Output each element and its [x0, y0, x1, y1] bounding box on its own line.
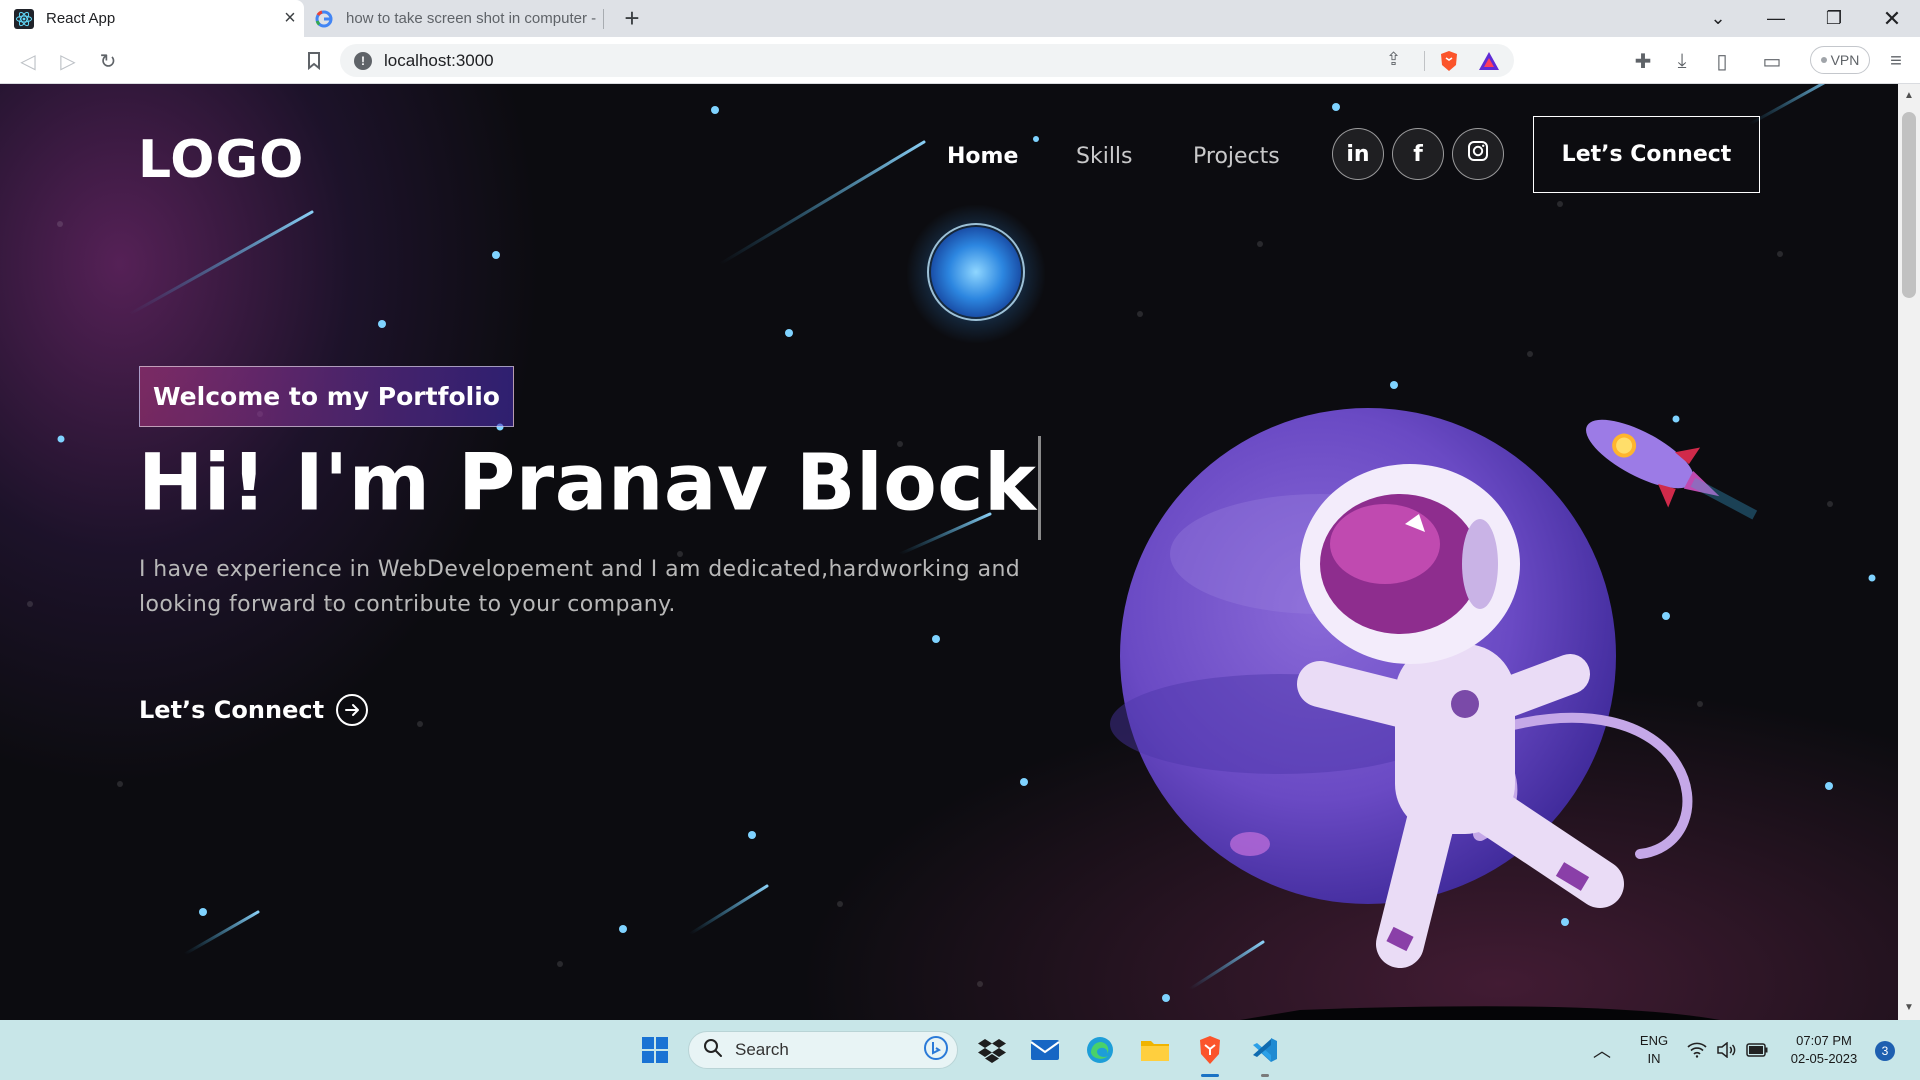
page-scrollbar[interactable]: ▲ ▼: [1898, 84, 1920, 1020]
hero-headline-text: Hi! I'm Pranav Block: [138, 438, 1037, 529]
address-bar[interactable]: ! localhost:3000 ⇪: [340, 44, 1514, 77]
rocket-illustration: [1586, 419, 1758, 520]
lets-connect-button[interactable]: Let’s Connect: [1533, 116, 1760, 193]
facebook-button[interactable]: f: [1392, 128, 1444, 180]
brave-rewards-icon[interactable]: [1478, 50, 1500, 77]
vpn-status-dot: [1820, 57, 1827, 63]
notification-badge[interactable]: 3: [1875, 1041, 1895, 1061]
clock[interactable]: 07:07 PM 02-05-2023: [1780, 1032, 1868, 1068]
browser-toolbar: ◁ ▷ ↻ ! localhost:3000 ⇪ ✚ ⤓ ▯ ▭ VPN ≡: [0, 37, 1920, 84]
vpn-button[interactable]: VPN: [1810, 46, 1870, 74]
download-icon[interactable]: ⤓: [1668, 47, 1696, 75]
mail-icon[interactable]: [1025, 1030, 1065, 1070]
forward-button[interactable]: ▷: [54, 47, 82, 75]
vpn-label: VPN: [1830, 52, 1860, 68]
tab-google-search[interactable]: how to take screen shot in computer -: [306, 0, 602, 37]
language-indicator[interactable]: ENG IN: [1636, 1032, 1672, 1068]
language-line1: ENG: [1639, 1033, 1669, 1048]
minimize-button[interactable]: —: [1752, 0, 1800, 37]
windows-taskbar: Search ︿ ENG IN 07:07 PM 02-05-2023 3: [0, 1020, 1920, 1080]
bookmark-icon[interactable]: [300, 47, 328, 75]
scroll-up-icon[interactable]: ▲: [1904, 90, 1914, 101]
close-window-button[interactable]: ✕: [1868, 0, 1916, 37]
nav-link-home[interactable]: Home: [947, 144, 1018, 169]
omnibox-divider: [1424, 51, 1425, 71]
site-logo[interactable]: LOGO: [138, 130, 304, 190]
react-icon: [14, 8, 34, 29]
url-text: localhost:3000: [384, 51, 494, 70]
tray-chevron-up-icon[interactable]: ︿: [1582, 1030, 1622, 1070]
hero-connect-link[interactable]: Let’s Connect: [139, 694, 369, 726]
browser-tab-strip: React App × how to take screen shot in c…: [0, 0, 1920, 37]
share-icon[interactable]: ⇪: [1386, 49, 1401, 70]
clock-time: 07:07 PM: [1796, 1033, 1852, 1048]
portfolio-page: LOGO Home Skills Projects in f Let’s Con…: [0, 84, 1898, 1020]
taskbar-search[interactable]: Search: [688, 1031, 958, 1069]
wallet-icon[interactable]: ▭: [1758, 47, 1786, 75]
hero-headline: Hi! I'm Pranav Block: [138, 436, 1042, 540]
instagram-button[interactable]: [1452, 128, 1504, 180]
reload-button[interactable]: ↻: [94, 47, 122, 75]
sidebar-icon[interactable]: ▯: [1708, 47, 1736, 75]
clock-date: 02-05-2023: [1790, 1051, 1858, 1066]
windows-start-icon[interactable]: [635, 1030, 675, 1070]
taskbar-search-label: Search: [735, 1040, 789, 1059]
search-icon: [703, 1038, 723, 1063]
running-app-indicator: [1261, 1074, 1269, 1077]
linkedin-button[interactable]: in: [1332, 128, 1384, 180]
bing-icon[interactable]: [923, 1035, 949, 1066]
nav-link-projects[interactable]: Projects: [1193, 144, 1280, 169]
typing-caret: [1038, 436, 1042, 540]
scrollbar-thumb[interactable]: [1902, 112, 1916, 298]
file-explorer-icon[interactable]: [1135, 1030, 1175, 1070]
battery-icon[interactable]: [1737, 1030, 1777, 1070]
google-icon: [314, 9, 334, 29]
scroll-down-icon[interactable]: ▼: [1904, 1002, 1914, 1013]
dropbox-icon[interactable]: [972, 1030, 1012, 1070]
edge-browser-icon[interactable]: [1080, 1030, 1120, 1070]
tab-close-icon[interactable]: ×: [276, 7, 304, 30]
brave-shield-icon[interactable]: [1438, 50, 1460, 77]
active-app-indicator: [1201, 1074, 1219, 1077]
tab-title: React App: [46, 10, 116, 27]
facebook-icon: f: [1413, 141, 1423, 167]
welcome-tagline: Welcome to my Portfolio: [139, 366, 514, 427]
tab-react-app[interactable]: React App ×: [0, 0, 304, 37]
vscode-icon[interactable]: [1245, 1030, 1285, 1070]
nav-link-skills[interactable]: Skills: [1076, 144, 1133, 169]
instagram-icon: [1467, 140, 1489, 168]
tab-title: how to take screen shot in computer -: [346, 10, 597, 27]
arrow-right-circle-icon: [336, 694, 369, 726]
linkedin-icon: in: [1346, 141, 1370, 167]
site-info-icon[interactable]: !: [354, 52, 372, 70]
extensions-icon[interactable]: ✚: [1629, 47, 1657, 75]
back-button[interactable]: ◁: [14, 47, 42, 75]
brave-browser-icon[interactable]: [1190, 1030, 1230, 1070]
new-tab-button[interactable]: +: [618, 4, 646, 32]
menu-icon[interactable]: ≡: [1882, 47, 1910, 75]
restore-button[interactable]: ❐: [1810, 0, 1858, 37]
tab-divider: [603, 9, 604, 29]
hero-description: I have experience in WebDevelopement and…: [139, 557, 1021, 617]
language-line2: IN: [1647, 1051, 1661, 1066]
hero-connect-label: Let’s Connect: [139, 696, 325, 724]
tab-search-chevron-icon[interactable]: ⌄: [1694, 0, 1742, 37]
